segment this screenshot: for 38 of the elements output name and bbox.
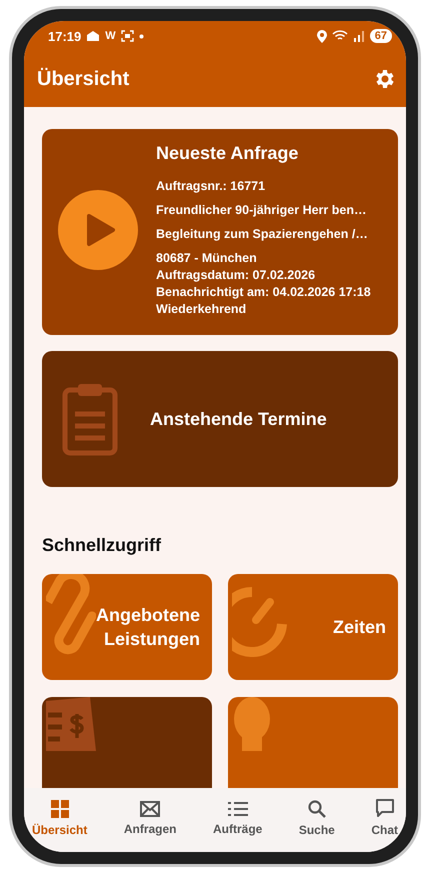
request-summary: Freundlicher 90-jähriger Herr ben… [156,203,368,218]
nav-tab[interactable]: Chat [367,799,402,837]
nav-tab[interactable]: Anfragen [120,800,181,836]
signal-icon [352,30,365,42]
dot-icon [138,34,144,38]
card-title: Neueste Anfrage [156,143,300,164]
request-detail: Benachrichtigt am: 04.02.2026 17:18 [156,285,371,300]
quick-access-tile[interactable] [42,697,212,788]
status-time: 17:19 [48,28,82,44]
grid-icon [50,800,69,818]
quick-access-tile[interactable]: Angebotene Leistungen [42,574,212,680]
notification-letter: W [105,30,116,42]
request-summary: Begleitung zum Spazierengehen /… [156,227,369,242]
chat-icon [374,799,395,818]
location-icon [316,30,327,42]
nav-tab[interactable]: Aufträge [209,800,266,836]
screen-title: Übersicht [37,68,130,90]
nav-tab[interactable]: Übersicht [28,800,92,836]
battery-level: 67 [370,29,392,43]
request-detail: 80687 - München [156,251,258,266]
person-icon [232,697,272,751]
envelope-icon [140,800,160,816]
section-heading: Schnellzugriff [42,535,162,556]
wifi-icon [332,30,348,42]
play-icon [58,190,138,270]
clipboard-icon [62,382,118,456]
request-detail: Auftragsdatum: 07.02.2026 [156,268,316,283]
nav-tab[interactable]: Suche [294,800,339,836]
request-summary: Auftragsnr.: 16771 [156,179,266,194]
request-detail: Wiederkehrend [156,302,248,317]
upcoming-appointments-card[interactable]: Anstehende Termine [42,351,398,487]
list-icon [228,800,248,816]
notification-icon [86,30,100,42]
latest-request-card[interactable]: Neueste Anfrage Auftragsnr.: 16771 Freundlicher 90-jähriger Herr ben… Begleitung zum Spazierengehen /… 80687 - München Auftragsdatum: 07.02.2026 Benachrichtigt am: 04.02.2026 17:18 Wiederkehrend [42,129,398,335]
search-icon [308,800,326,818]
quick-access-tile[interactable] [228,697,398,788]
screenshot-icon [120,30,134,42]
quick-access-tile[interactable]: Zeiten [228,574,398,680]
